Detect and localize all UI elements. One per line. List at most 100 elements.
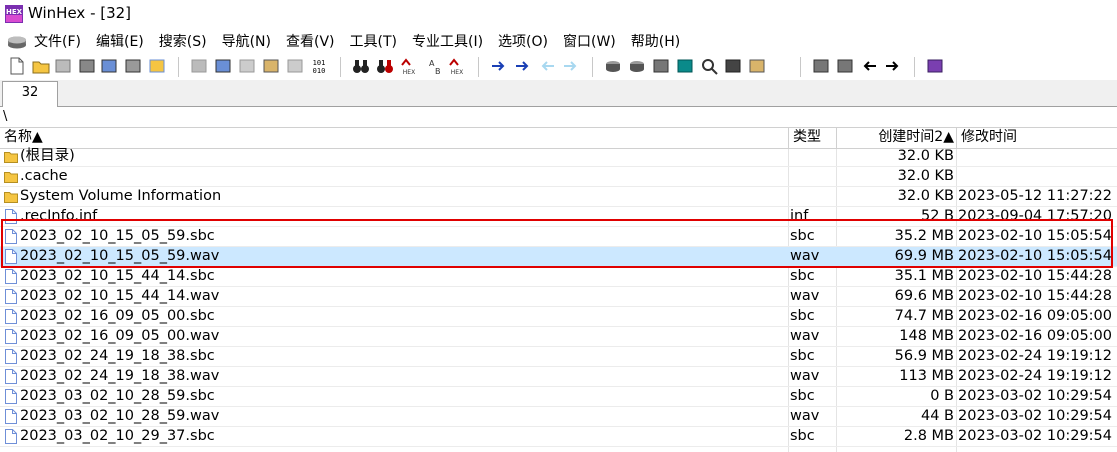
export-icon[interactable] [148, 57, 166, 75]
table-row[interactable]: 2023_03_02_10_28_59.sbc sbc 0 B 2023-03-… [0, 387, 1117, 407]
table-row[interactable]: 2023_03_02_10_29_37.sbc sbc 2.8 MB 2023-… [0, 427, 1117, 447]
settings-icon[interactable] [124, 57, 142, 75]
table-row[interactable]: 2023_02_16_09_05_00.wav wav 148 MB 2023-… [0, 327, 1117, 347]
file-name-cell: 2023_03_02_10_28_59.sbc [4, 387, 784, 406]
file-name: 2023_02_10_15_05_59.sbc [20, 228, 215, 244]
menu-item[interactable]: 帮助(H) [631, 32, 686, 52]
copy-icon[interactable] [214, 57, 232, 75]
file-name: 2023_02_10_15_44_14.sbc [20, 268, 215, 284]
menu-item[interactable]: 选项(O) [498, 32, 554, 52]
table-row[interactable]: (根目录) 32.0 KB [0, 147, 1117, 167]
print-icon[interactable] [78, 57, 96, 75]
grid-icon[interactable] [836, 57, 854, 75]
file-icon [5, 369, 17, 384]
disk-clone-icon[interactable] [628, 57, 646, 75]
folder-icon [4, 192, 18, 203]
camera-icon[interactable] [724, 57, 742, 75]
file-name: System Volume Information [20, 188, 222, 204]
table-row[interactable]: 2023_02_24_19_18_38.wav wav 113 MB 2023-… [0, 367, 1117, 387]
file-type: sbc [790, 308, 815, 324]
menu-item[interactable]: 文件(F) [34, 32, 87, 52]
svg-text:HEX: HEX [6, 8, 23, 16]
new-file-icon[interactable] [8, 57, 26, 75]
file-icon [5, 429, 17, 444]
file-name-cell: .recInfo.inf [4, 207, 784, 226]
help-book-icon[interactable] [926, 57, 944, 75]
table-row[interactable]: 2023_02_10_15_44_14.sbc sbc 35.1 MB 2023… [0, 267, 1117, 287]
forward-icon[interactable] [562, 57, 580, 75]
goto-offset-icon[interactable] [490, 57, 508, 75]
menu-items: 文件(F) 编辑(E) 搜索(S) 导航(N) 查看(V) 工具(T) 专业工具(I) 选项(… [34, 32, 695, 52]
menu-item[interactable]: 专业工具(I) [412, 32, 489, 52]
menu-item[interactable]: 编辑(E) [96, 32, 150, 52]
replace-text-icon[interactable]: HEX [400, 57, 418, 75]
binary-icon[interactable]: 101 010 [310, 57, 328, 75]
table-row[interactable]: 2023_02_10_15_05_59.sbc sbc 35.2 MB 2023… [0, 227, 1117, 247]
search-icon[interactable] [700, 57, 718, 75]
open-disk-icon[interactable] [604, 57, 622, 75]
undo-icon[interactable] [190, 57, 208, 75]
column-header-type[interactable]: 类型 [789, 128, 837, 148]
back-icon[interactable] [538, 57, 556, 75]
file-name-cell: 2023_02_16_09_05_00.wav [4, 327, 784, 346]
table-row[interactable]: 2023_02_24_19_18_38.sbc sbc 56.9 MB 2023… [0, 347, 1117, 367]
find-text-icon[interactable] [352, 57, 370, 75]
menu-item[interactable]: 工具(T) [350, 32, 403, 52]
modified-time: 2023-02-16 09:05:00 [958, 308, 1112, 324]
file-type: sbc [790, 348, 815, 364]
next-icon[interactable] [884, 57, 902, 75]
file-size: 113 MB [899, 368, 954, 384]
file-name-cell: 2023_02_24_19_18_38.wav [4, 367, 784, 386]
column-header-modified[interactable]: 修改时间 [957, 128, 1117, 148]
find-hex-icon[interactable] [376, 57, 394, 75]
modified-time: 2023-03-02 10:29:54 [958, 408, 1112, 424]
modified-time: 2023-02-10 15:44:28 [958, 268, 1112, 284]
file-name-cell: 2023_02_10_15_05_59.sbc [4, 227, 784, 246]
table-row[interactable]: System Volume Information 32.0 KB 2023-0… [0, 187, 1117, 207]
goto-sector-icon[interactable] [514, 57, 532, 75]
table-row[interactable]: 2023_02_10_15_44_14.wav wav 69.6 MB 2023… [0, 287, 1117, 307]
file-name-cell: 2023_02_24_19_18_38.sbc [4, 347, 784, 366]
menu-item[interactable]: 窗口(W) [563, 32, 622, 52]
folder-icon [4, 172, 18, 183]
file-icon [5, 409, 17, 424]
file-type: sbc [790, 428, 815, 444]
previous-icon[interactable] [860, 57, 878, 75]
replace-ab-icon[interactable]: AB [424, 57, 442, 75]
ram-icon[interactable] [652, 57, 670, 75]
modified-time: 2023-02-10 15:05:54 [958, 248, 1112, 264]
menu-item[interactable]: 导航(N) [222, 32, 277, 52]
table-row[interactable]: 2023_02_16_09_05_00.sbc sbc 74.7 MB 2023… [0, 307, 1117, 327]
modified-time: 2023-02-16 09:05:00 [958, 328, 1112, 344]
copy-block-icon[interactable] [238, 57, 256, 75]
table-row[interactable]: 2023_02_10_15_05_59.wav wav 69.9 MB 2023… [0, 247, 1117, 267]
modified-time: 2023-03-02 10:29:54 [958, 388, 1112, 404]
open-icon[interactable] [32, 57, 50, 75]
tools-icon[interactable] [748, 57, 766, 75]
menu-item[interactable]: 查看(V) [286, 32, 341, 52]
hex-view-icon[interactable] [812, 57, 830, 75]
replace-hex-icon[interactable]: HEX [448, 57, 466, 75]
file-icon [5, 309, 17, 324]
tab-32[interactable]: 32 [2, 81, 58, 107]
properties-icon[interactable] [100, 57, 118, 75]
table-row[interactable]: 2023_03_02_10_28_59.wav wav 44 B 2023-03… [0, 407, 1117, 427]
column-header-name[interactable]: 名称▲ [0, 128, 789, 148]
disk-icon[interactable] [6, 35, 28, 49]
table-row[interactable]: .recInfo.inf inf 52 B 2023-09-04 17:57:2… [0, 207, 1117, 227]
file-name: 2023_02_10_15_05_59.wav [20, 248, 220, 264]
file-name: 2023_03_02_10_28_59.wav [20, 408, 220, 424]
file-name-cell: (根目录) [4, 147, 784, 166]
file-name: 2023_03_02_10_28_59.sbc [20, 388, 215, 404]
svg-text:010: 010 [313, 67, 326, 75]
column-header-created[interactable]: 创建时间2▲ [837, 128, 957, 148]
file-size: 35.2 MB [894, 228, 954, 244]
menu-item[interactable]: 搜索(S) [159, 32, 213, 52]
modified-time: 2023-02-24 19:19:12 [958, 348, 1112, 364]
table-row[interactable]: .cache 32.0 KB [0, 167, 1117, 187]
calculator-icon[interactable] [676, 57, 694, 75]
save-icon[interactable] [54, 57, 72, 75]
file-icon [5, 349, 17, 364]
paste-block-icon[interactable] [286, 57, 304, 75]
paste-icon[interactable] [262, 57, 280, 75]
